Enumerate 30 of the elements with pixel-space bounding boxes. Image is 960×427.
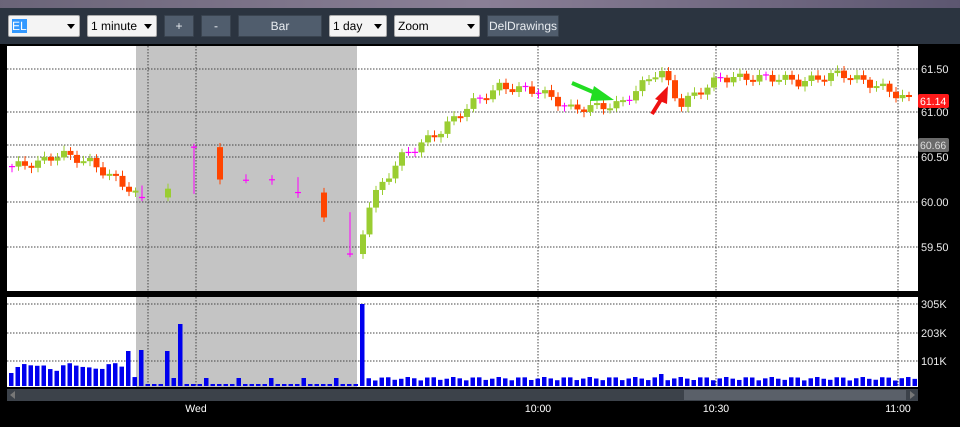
caret-icon: [144, 24, 152, 28]
toolbar-button[interactable]: DelDrawings: [487, 15, 559, 37]
time-axis-label: 10:00: [524, 403, 552, 415]
dropdown[interactable]: 1 minute: [87, 15, 157, 37]
caret-icon: [374, 24, 382, 28]
toolbar-button[interactable]: +: [164, 15, 194, 37]
scroll-right-icon[interactable]: [910, 391, 915, 399]
dropdown[interactable]: Zoom: [394, 15, 480, 37]
toolbar-button[interactable]: -: [201, 15, 231, 37]
caret-icon: [67, 24, 75, 28]
time-axis-label: 11:00: [885, 403, 911, 415]
time-axis-label: Wed: [185, 403, 207, 415]
time-axis-label: 10:30: [702, 403, 730, 415]
price-axis-label: 61.00: [921, 107, 949, 119]
volume-axis-label: 101K: [921, 356, 947, 368]
price-axis-label: 61.50: [921, 64, 949, 76]
pointer-arrow: [650, 86, 668, 116]
volume-axis-label: 203K: [921, 328, 947, 340]
price-axis-label: 60.50: [921, 152, 949, 164]
scrollbar-thumb[interactable]: [684, 390, 906, 400]
price-axis-label: 60.00: [921, 197, 949, 209]
price-tag: 60.66: [918, 138, 949, 152]
caret-icon: [467, 24, 475, 28]
price-tag: 61.14: [918, 94, 949, 108]
price-axis-label: 59.50: [921, 242, 949, 254]
scroll-left-icon[interactable]: [10, 391, 15, 399]
toolbar-button[interactable]: Bar: [238, 15, 322, 37]
dropdown[interactable]: 1 day: [329, 15, 387, 37]
volume-axis-label: 305K: [921, 299, 947, 311]
pointer-arrow: [571, 81, 614, 101]
